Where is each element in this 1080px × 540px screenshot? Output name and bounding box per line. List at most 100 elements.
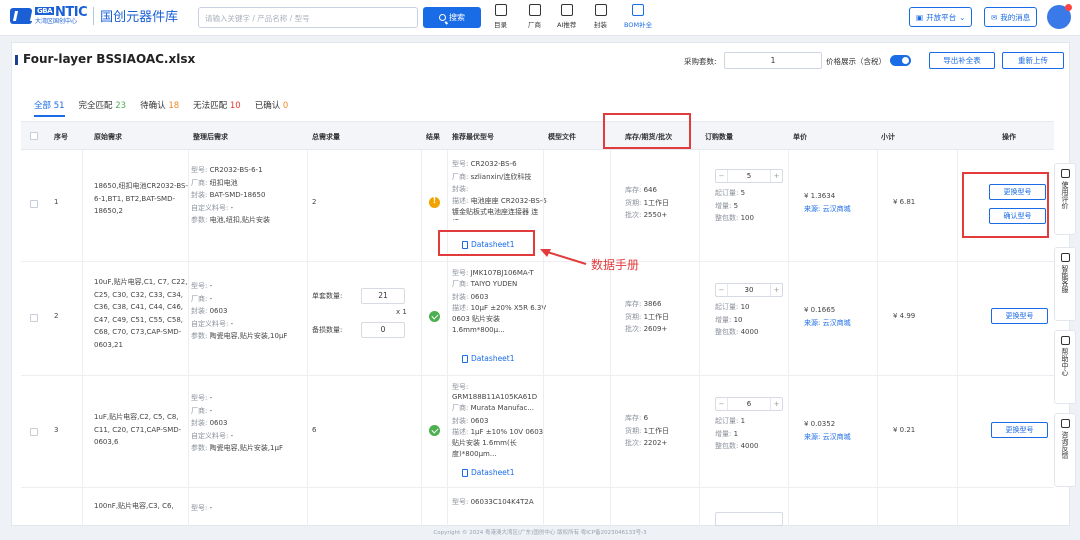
- side-consult[interactable]: 咨询反馈: [1054, 413, 1076, 487]
- order-qty-stepper[interactable]: − 6 +: [715, 397, 783, 411]
- minus-icon[interactable]: −: [716, 398, 728, 410]
- nav-package[interactable]: 封装: [594, 4, 607, 29]
- col-total-qty: 总需求量: [312, 133, 340, 141]
- field-label: 增量:: [715, 429, 732, 438]
- tab-confirmed[interactable]: 已确认 0: [255, 99, 289, 117]
- tab-no-match[interactable]: 无法匹配 10: [193, 99, 241, 117]
- nav-bom[interactable]: BOM补全: [624, 4, 652, 29]
- site-logo[interactable]: GBA NTIC 大湾区国创中心 国创元器件库: [10, 6, 178, 25]
- nav-label: AI推荐: [557, 21, 577, 29]
- field-value: 2550+: [643, 211, 668, 219]
- row-checkbox[interactable]: [30, 314, 38, 322]
- tab-pending[interactable]: 待确认 18: [140, 99, 179, 117]
- field-value: -: [209, 282, 213, 290]
- field-label: 厂商:: [452, 172, 469, 181]
- nav-ai-recommend[interactable]: AI推荐: [557, 4, 576, 29]
- minus-icon[interactable]: −: [716, 284, 728, 296]
- field-value: 06033C104K4T2A: [470, 498, 534, 506]
- change-model-button[interactable]: 更换型号: [991, 422, 1048, 438]
- source-link[interactable]: 云汉商城: [823, 433, 851, 441]
- field-value: -: [209, 394, 213, 402]
- field-value: 1: [733, 429, 739, 438]
- datasheet-link[interactable]: Datasheet1: [462, 468, 515, 477]
- logo-badge: GBA: [35, 7, 54, 15]
- my-messages-button[interactable]: ✉ 我的消息: [984, 7, 1038, 27]
- field-label: 批次:: [625, 439, 642, 447]
- subtotal: ¥ 0.21: [893, 426, 916, 434]
- purchase-sets-input[interactable]: 1: [724, 52, 822, 69]
- order-qty-stepper[interactable]: − 5 +: [715, 169, 783, 183]
- field-value: 100: [740, 214, 754, 222]
- nav-factory[interactable]: 厂商: [528, 4, 541, 29]
- change-model-button[interactable]: 更换型号: [991, 308, 1048, 324]
- row-checkbox[interactable]: [30, 200, 38, 208]
- file-title: Four-layer BSSIAOAC.xlsx: [14, 52, 196, 66]
- select-all-checkbox[interactable]: [30, 132, 38, 140]
- plus-icon[interactable]: +: [770, 398, 782, 410]
- total-qty: 6: [312, 426, 317, 434]
- tab-full-match[interactable]: 完全匹配 23: [79, 99, 127, 117]
- field-label: 参数:: [191, 444, 208, 452]
- order-qty-stepper[interactable]: [715, 512, 783, 526]
- row-no: 2: [54, 312, 59, 320]
- multiplier: x 1: [396, 308, 407, 316]
- field-value: -: [209, 294, 213, 303]
- field-label: 批次:: [625, 325, 642, 333]
- single-qty-input[interactable]: 21: [361, 288, 405, 304]
- source-link[interactable]: 云汉商城: [823, 205, 851, 213]
- field-label: 型号:: [191, 504, 208, 512]
- field-label: 货期:: [625, 426, 642, 435]
- minus-icon[interactable]: −: [716, 170, 728, 182]
- plus-icon[interactable]: +: [770, 170, 782, 182]
- side-feedback[interactable]: 使用评价: [1054, 163, 1076, 235]
- avatar[interactable]: [1047, 4, 1072, 29]
- reupload-button[interactable]: 重新上传: [1002, 52, 1064, 69]
- side-help-center[interactable]: 帮助中心: [1054, 330, 1076, 404]
- plus-icon[interactable]: +: [770, 284, 782, 296]
- search-button[interactable]: 搜索: [423, 7, 481, 28]
- top-bar: GBA NTIC 大湾区国创中心 国创元器件库 请输入关键字 / 产品名称 / 型…: [0, 0, 1080, 36]
- platform-icon: ▣: [916, 12, 924, 22]
- source-link[interactable]: 云汉商城: [823, 319, 851, 327]
- row-checkbox[interactable]: [30, 428, 38, 436]
- my-messages-label: 我的消息: [1000, 12, 1031, 22]
- field-label: 型号:: [191, 394, 208, 402]
- recommended-part: 型号: GRM188B11A105KA61D 厂商: Murata Manufa…: [452, 382, 548, 460]
- order-qty-stepper[interactable]: − 30 +: [715, 283, 783, 297]
- field-value: GRM188B11A105KA61D: [452, 393, 538, 401]
- nav-catalog[interactable]: 目录: [494, 4, 507, 29]
- col-actions: 操作: [1002, 133, 1016, 141]
- datasheet-link[interactable]: Datasheet1: [462, 354, 515, 363]
- nav-label: 封装: [594, 21, 607, 29]
- search-icon: [439, 14, 446, 21]
- total-qty: 2: [312, 198, 317, 206]
- tab-all[interactable]: 全部 51: [34, 99, 65, 117]
- logo-title: 国创元器件库: [100, 10, 179, 25]
- open-platform-button[interactable]: ▣ 开放平台 ⌄: [909, 7, 973, 27]
- stock-info: 库存: 3866 货期: 1工作日 批次: 2609+: [625, 298, 669, 336]
- tab-count: 18: [168, 101, 180, 111]
- recommended-part: 型号: JMK107BJ106MA-T 厂商: TAIYO YUDEN 封装: …: [452, 268, 548, 336]
- export-button[interactable]: 导出补全表: [929, 52, 995, 69]
- spare-qty-input[interactable]: 0: [361, 322, 405, 338]
- price-value: ¥ 0.1665: [804, 306, 836, 314]
- search-input[interactable]: 请输入关键字 / 产品名称 / 型号: [198, 7, 418, 28]
- col-recommend: 推荐最优型号: [452, 133, 494, 141]
- field-label: 厂商:: [452, 404, 469, 412]
- unit-price: ¥ 0.0352 来源: 云汉商城: [804, 418, 851, 443]
- price-display-toggle[interactable]: [890, 55, 911, 66]
- field-label: 型号:: [191, 166, 208, 174]
- field-value: 1工作日: [643, 198, 670, 207]
- single-qty-label: 单套数量:: [312, 292, 343, 300]
- field-value: 电池,纽扣,贴片安装: [209, 216, 271, 224]
- field-value: Murata Manufac...: [470, 404, 534, 412]
- factory-icon: [528, 4, 541, 16]
- order-rules: 起订量: 1 增量: 1 整包数: 4000: [715, 415, 758, 453]
- bom-panel: Four-layer BSSIAOAC.xlsx 采购套数: 1 价格展示（含税…: [11, 42, 1070, 528]
- side-smart-service[interactable]: 智能客服: [1054, 247, 1076, 321]
- field-label: 来源:: [804, 432, 821, 441]
- col-result: 结果: [426, 133, 440, 141]
- nav-label: 目录: [494, 21, 507, 29]
- annotation-arrow: [540, 249, 587, 265]
- nav-label: BOM补全: [624, 21, 653, 29]
